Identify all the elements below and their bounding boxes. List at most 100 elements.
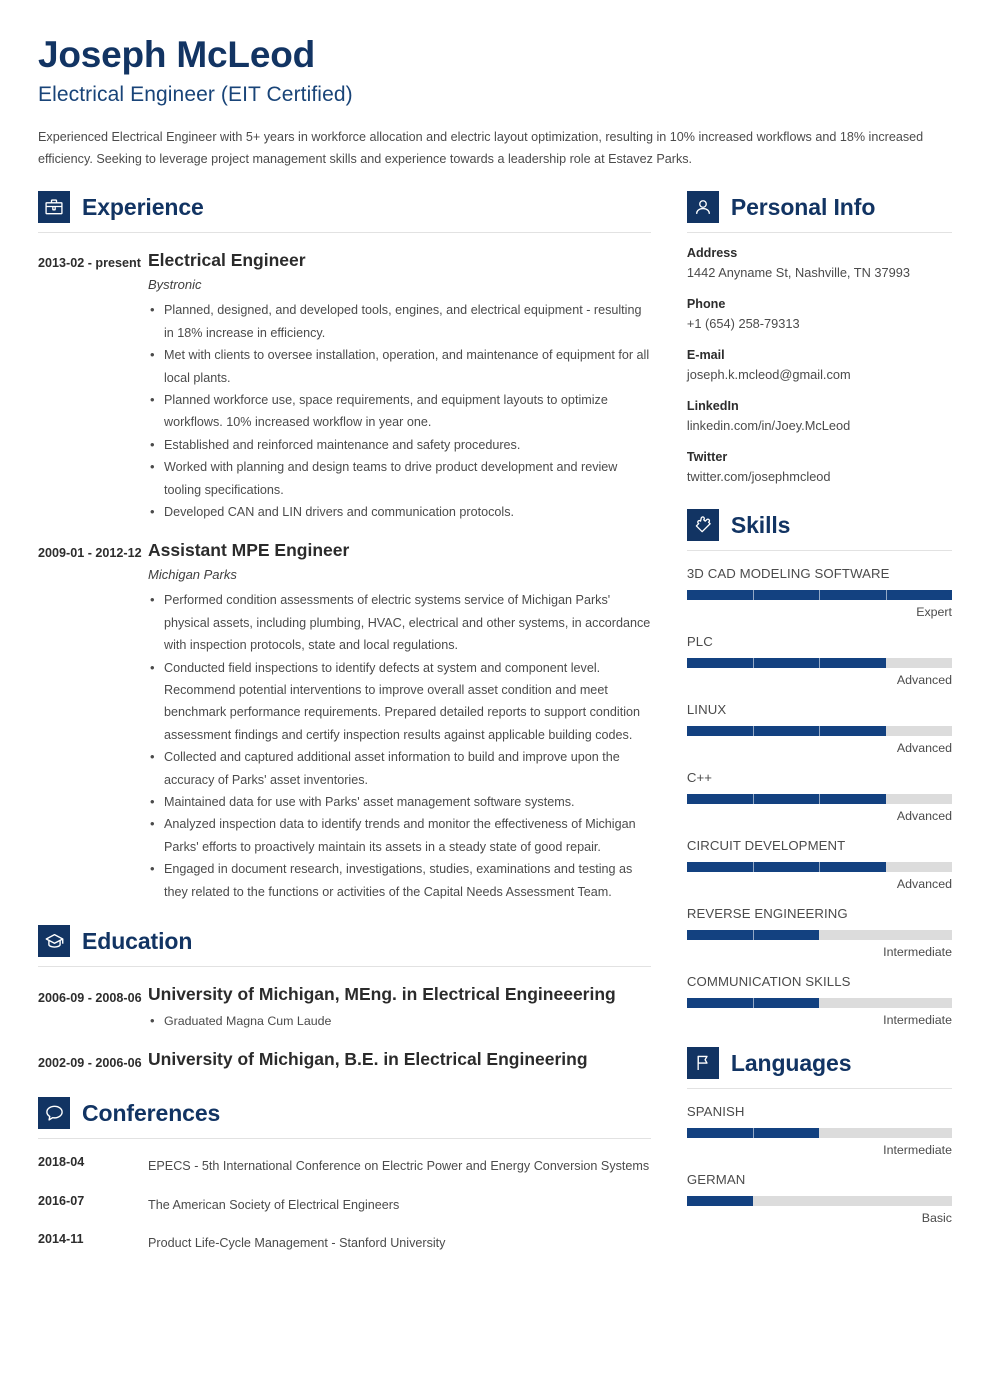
- experience-title: Experience: [82, 193, 204, 220]
- graduation-cap-icon: [38, 925, 70, 958]
- skill-item: LINUX Advanced: [686, 702, 952, 756]
- language-level: Basic: [921, 1211, 952, 1226]
- skill-level: Advanced: [896, 809, 952, 824]
- skill-bar-fill: [686, 862, 886, 873]
- experience-role: Electrical Engineer: [148, 250, 306, 271]
- language-bar-fill: [686, 1196, 754, 1207]
- languages-heading: Languages: [686, 1047, 952, 1080]
- skill-bar: [686, 726, 952, 737]
- experience-bullets: Planned, designed, and developed tools, …: [148, 298, 651, 524]
- skill-bar: [686, 998, 952, 1009]
- info-label: Phone: [686, 297, 726, 312]
- flag-icon: [686, 1047, 719, 1080]
- skill-item: PLC Advanced: [686, 634, 952, 688]
- list-item: Conducted field inspections to identify …: [148, 656, 651, 747]
- resume-body: Experience 2013-02 - present Electrical …: [38, 191, 952, 1254]
- briefcase-icon: [38, 191, 70, 224]
- info-value: 1442 Anyname St, Nashville, TN 37993: [686, 265, 911, 281]
- candidate-job-title: Electrical Engineer (EIT Certified): [38, 82, 353, 106]
- resume-page: Joseph McLeod Electrical Engineer (EIT C…: [0, 0, 990, 1400]
- experience-entry: 2009-01 - 2012-12 Assistant MPE Engineer…: [38, 540, 651, 903]
- list-item: Collected and captured additional asset …: [148, 745, 651, 791]
- education-date: 2002-09 - 2006-06: [38, 1055, 142, 1070]
- languages-divider: [686, 1088, 952, 1090]
- experience-divider: [38, 232, 651, 234]
- personal-info-divider: [686, 232, 952, 234]
- section-education: Education 2006-09 - 2008-06 University o…: [38, 925, 651, 1075]
- conference-text: Product Life-Cycle Management - Stanford…: [148, 1236, 446, 1251]
- skills-title: Skills: [730, 511, 791, 538]
- list-item: Met with clients to oversee installation…: [148, 343, 651, 389]
- experience-date: 2013-02 - present: [38, 256, 141, 271]
- list-item: Planned workforce use, space requirement…: [148, 388, 651, 434]
- experience-company: Bystronic: [148, 277, 202, 293]
- list-item: Developed CAN and LIN drivers and commun…: [148, 500, 651, 524]
- skill-level: Advanced: [896, 673, 952, 688]
- section-experience: Experience 2013-02 - present Electrical …: [38, 191, 651, 903]
- info-item-phone: Phone +1 (654) 258-79313: [687, 297, 952, 335]
- experience-detail: Assistant MPE Engineer Michigan Parks Pe…: [148, 540, 651, 903]
- education-entry: 2006-09 - 2008-06 University of Michigan…: [38, 984, 651, 1032]
- list-item: Engaged in document research, investigat…: [148, 857, 651, 903]
- language-item: GERMAN Basic: [686, 1172, 952, 1226]
- conference-row: 2018-04 EPECS - 5th International Confer…: [38, 1155, 651, 1177]
- education-title: Education: [82, 927, 193, 954]
- section-skills: Skills 3D CAD MODELING SOFTWARE Expert P…: [686, 509, 952, 1027]
- conference-text: EPECS - 5th International Conference on …: [148, 1159, 650, 1174]
- skill-bar: [686, 658, 952, 669]
- experience-entry: 2013-02 - present Electrical Engineer By…: [38, 250, 651, 523]
- info-label: E-mail: [686, 348, 725, 363]
- right-column: Personal Info Address 1442 Anyname St, N…: [686, 191, 952, 1254]
- skill-bar-fill: [686, 726, 886, 737]
- language-bar: [686, 1196, 952, 1207]
- skill-bar: [686, 930, 952, 941]
- section-personal-info: Personal Info Address 1442 Anyname St, N…: [686, 191, 952, 488]
- info-item-email: E-mail joseph.k.mcleod@gmail.com: [687, 348, 952, 386]
- personal-info-title: Personal Info: [730, 193, 876, 220]
- conference-date: 2016-07: [38, 1193, 85, 1208]
- education-degree: University of Michigan, B.E. in Electric…: [148, 1048, 588, 1069]
- skill-name: REVERSE ENGINEERING: [686, 906, 848, 922]
- conferences-title: Conferences: [82, 1099, 221, 1126]
- language-bar: [686, 1128, 952, 1139]
- skill-level: Advanced: [896, 877, 952, 892]
- list-item: Performed condition assessments of elect…: [148, 588, 651, 656]
- skill-bar: [686, 590, 952, 601]
- education-divider: [38, 966, 651, 968]
- list-item: Maintained data for use with Parks' asse…: [148, 790, 651, 814]
- skill-bar: [686, 794, 952, 805]
- info-value[interactable]: joseph.k.mcleod@gmail.com: [687, 364, 952, 386]
- education-detail: University of Michigan, MEng. in Electri…: [148, 984, 651, 1032]
- skill-bar: [686, 862, 952, 873]
- skills-heading: Skills: [686, 509, 952, 542]
- list-item: Established and reinforced maintenance a…: [148, 433, 651, 457]
- skill-item: REVERSE ENGINEERING Intermediate: [686, 906, 952, 960]
- info-item-linkedin: LinkedIn linkedin.com/in/Joey.McLeod: [687, 399, 952, 437]
- education-date: 2006-09 - 2008-06: [38, 991, 142, 1006]
- education-degree: University of Michigan, MEng. in Electri…: [148, 984, 616, 1005]
- skill-name: LINUX: [686, 702, 727, 718]
- info-value[interactable]: linkedin.com/in/Joey.McLeod: [687, 415, 952, 437]
- list-item: Worked with planning and design teams to…: [148, 455, 651, 501]
- language-level: Intermediate: [883, 1143, 952, 1158]
- left-column: Experience 2013-02 - present Electrical …: [38, 191, 651, 1254]
- languages-title: Languages: [730, 1049, 852, 1076]
- experience-detail: Electrical Engineer Bystronic Planned, d…: [148, 250, 651, 523]
- conference-date: 2014-11: [38, 1232, 84, 1247]
- conference-text: The American Society of Electrical Engin…: [148, 1197, 400, 1212]
- person-icon: [686, 191, 719, 224]
- resume-header: Joseph McLeod Electrical Engineer (EIT C…: [38, 0, 952, 171]
- info-label: Twitter: [686, 450, 728, 465]
- skill-name: C++: [686, 770, 713, 786]
- education-bullets: Graduated Magna Cum Laude: [148, 1011, 651, 1032]
- skill-bar-fill: [686, 794, 886, 805]
- skill-level: Advanced: [896, 741, 952, 756]
- skill-name: CIRCUIT DEVELOPMENT: [686, 838, 846, 854]
- language-name: GERMAN: [686, 1172, 746, 1188]
- info-label: LinkedIn: [686, 399, 739, 414]
- skill-level: Intermediate: [883, 945, 952, 960]
- info-value[interactable]: twitter.com/josephmcleod: [687, 466, 952, 488]
- education-detail: University of Michigan, B.E. in Electric…: [148, 1049, 651, 1075]
- list-item: Analyzed inspection data to identify tre…: [148, 812, 651, 858]
- conference-row: 2014-11 Product Life-Cycle Management - …: [38, 1232, 651, 1254]
